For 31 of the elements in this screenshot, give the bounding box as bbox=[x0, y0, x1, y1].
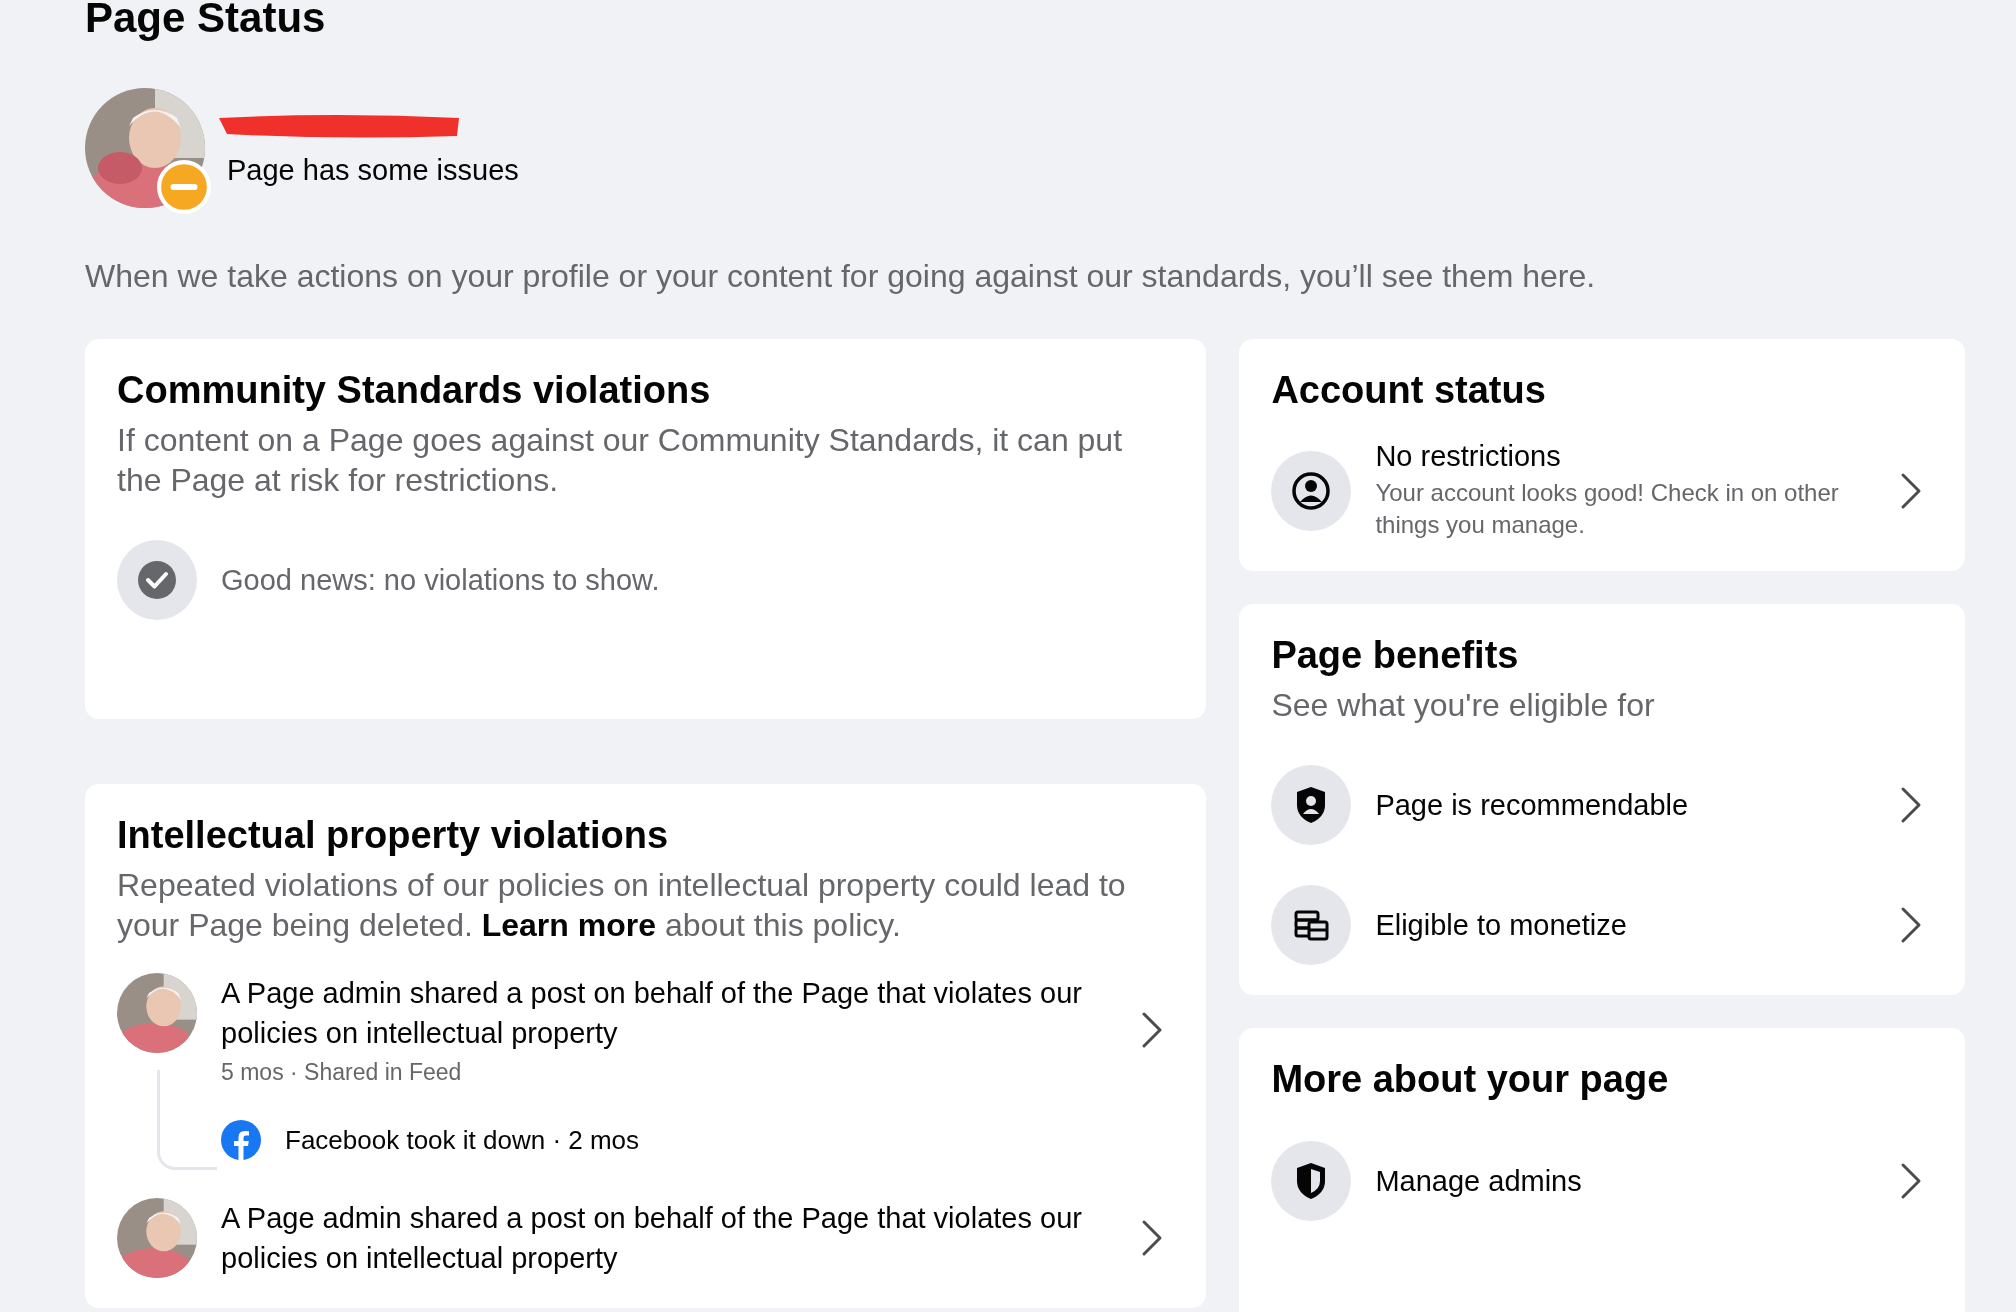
check-icon bbox=[117, 540, 197, 620]
section-title: Intellectual property violations bbox=[117, 814, 670, 857]
action-text: Facebook took it down · 2 mos bbox=[285, 1124, 640, 1156]
section-title: Community Standards violations bbox=[117, 369, 712, 412]
intro-text: When we take actions on your profile or your content for going against our standards, you’ll see them here. bbox=[85, 258, 1597, 295]
section-title: More about your page bbox=[1271, 1058, 1670, 1101]
item-title: Page is recommendable bbox=[1375, 788, 1690, 822]
section-subtitle: See what you're eligible for bbox=[1271, 686, 1656, 725]
section-description: Repeated violations of our policies on intellectual property could lead to your Page being deleted. Learn more about this policy. bbox=[117, 866, 1127, 945]
coin-stack-icon bbox=[1271, 885, 1352, 965]
chevron-right-icon[interactable] bbox=[1899, 785, 1923, 825]
logo-icon bbox=[221, 1120, 261, 1160]
violation-text: A Page admin shared a post on behalf of the Page that violates our policies on intellectual property bbox=[221, 976, 1083, 1051]
item-title: Eligible to monetize bbox=[1375, 908, 1628, 942]
violation-text: A Page admin shared a post on behalf of the Page that violates our policies on intellectual property bbox=[221, 1201, 1083, 1276]
section-title: Account status bbox=[1271, 369, 1547, 412]
chevron-right-icon[interactable] bbox=[1899, 905, 1923, 945]
page-title: Page Status bbox=[85, 0, 327, 40]
item-title: No restrictions bbox=[1375, 440, 1562, 473]
section-title: Page benefits bbox=[1271, 634, 1520, 677]
page-status: Page has some issues bbox=[227, 153, 519, 187]
shield-icon bbox=[1271, 1141, 1352, 1221]
item-title: Manage admins bbox=[1375, 1164, 1583, 1198]
empty-message: Good news: no violations to show. bbox=[221, 563, 660, 597]
learn-more-link[interactable]: Learn more bbox=[481, 907, 656, 943]
chevron-right-icon[interactable] bbox=[1899, 1161, 1923, 1201]
violation-meta: 5 mos · Shared in Feed bbox=[221, 1059, 463, 1086]
shield-person-icon bbox=[1271, 765, 1352, 845]
section-description: If content on a Page goes against our Community Standards, it can put the Page at risk for restrictions. bbox=[117, 421, 1124, 500]
person-icon bbox=[1271, 450, 1352, 531]
item-subtitle: Your account looks good! Check in on other things you manage. bbox=[1375, 478, 1840, 540]
